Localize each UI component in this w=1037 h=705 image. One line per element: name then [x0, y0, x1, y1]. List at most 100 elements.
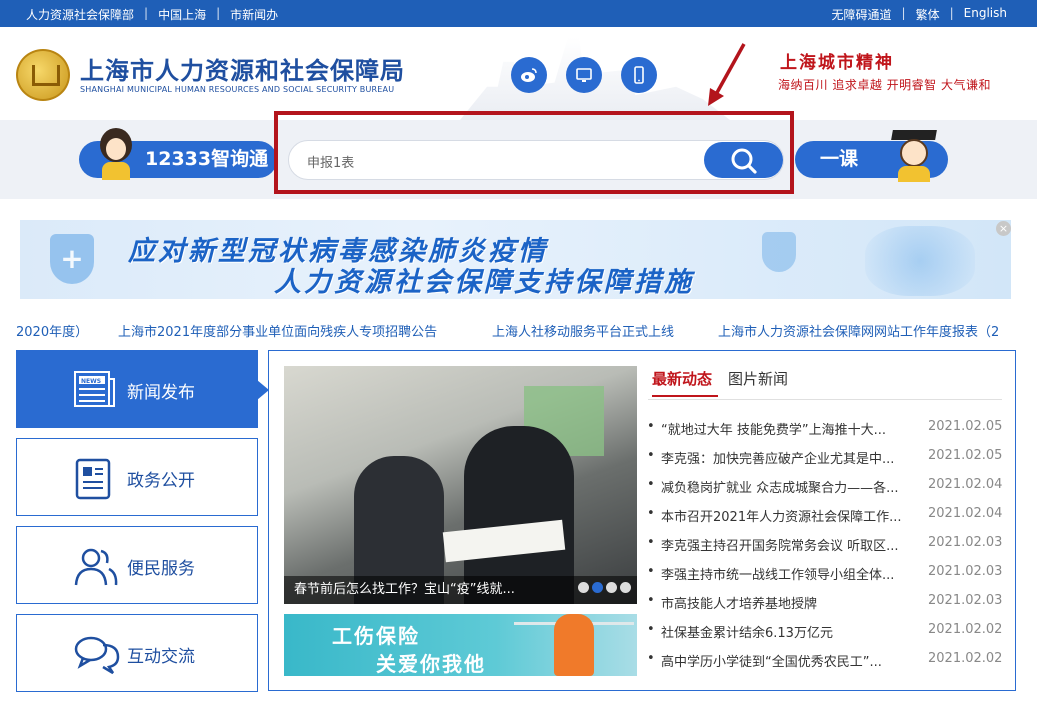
bullet-icon: • [647, 651, 655, 666]
divider: | [901, 6, 906, 20]
tab-photo-news[interactable]: 图片新闻 [728, 368, 788, 389]
news-date: 2021.02.02 [928, 651, 1003, 666]
close-icon[interactable]: × [996, 221, 1011, 236]
divider: | [216, 6, 221, 20]
link-accessibility[interactable]: 无障碍通道 [832, 6, 892, 23]
shield-icon [762, 232, 796, 272]
nav-label: 新闻发布 [127, 383, 195, 403]
bullet-icon: • [647, 419, 655, 434]
document-icon [75, 458, 111, 500]
annotation-arrow-icon [708, 43, 746, 106]
annotation-highlight-frame [274, 111, 794, 194]
link-china-shanghai[interactable]: 中国上海 [158, 6, 206, 23]
top-links-right: 无障碍通道 | 繁体 | English [832, 6, 1007, 23]
people-icon [74, 548, 118, 586]
news-title[interactable]: 社保基金累计结余6.13万亿元 [661, 622, 915, 641]
ticker-item[interactable]: 上海人社移动服务平台正式上线 [492, 321, 674, 340]
nav-label: 互动交流 [127, 647, 195, 667]
news-title[interactable]: “就地过大年 技能免费学”上海推十大... [661, 419, 915, 438]
news-item[interactable]: • 李克强：加快完善应破产企业尤其是中... 2021.02.05 [647, 448, 1002, 468]
nav-public-services[interactable]: 便民服务 [16, 526, 258, 604]
tab-latest-news[interactable]: 最新动态 [652, 368, 719, 397]
news-item[interactable]: • 李克强主持召开国务院常务会议 听取区... 2021.02.03 [647, 535, 1002, 555]
bullet-icon: • [647, 593, 655, 608]
lungs-icon [865, 226, 975, 296]
one-course-label: 一课 [820, 148, 859, 170]
news-date: 2021.02.03 [928, 535, 1003, 550]
nav-interaction[interactable]: 互动交流 [16, 614, 258, 692]
news-title[interactable]: 减负稳岗扩就业 众志成城聚合力——各... [661, 477, 915, 496]
banner-subheadline: 人力资源社会保障支持保障措施 [274, 267, 694, 298]
nav-label: 便民服务 [127, 559, 195, 579]
news-ticker: 2020年度） 上海市2021年度部分事业单位面向残疾人专项招聘公告 上海人社移… [0, 318, 1037, 340]
bullet-icon: • [647, 564, 655, 579]
link-mohrss[interactable]: 人力资源社会保障部 [26, 6, 134, 23]
city-spirit-motto: 海纳百川 追求卓越 开明睿智 大气谦和 [778, 78, 991, 92]
nav-label: 政务公开 [127, 471, 195, 491]
covid-support-banner[interactable]: 应对新型冠状病毒感染肺炎疫情 人力资源社会保障支持保障措施 [20, 220, 1011, 299]
news-date: 2021.02.05 [928, 419, 1003, 434]
injury-insurance-promo[interactable]: 工伤保险 关爱你我他 [284, 614, 637, 676]
nav-news-release[interactable]: NEWS 新闻发布 [16, 350, 269, 428]
worker-icon [554, 614, 594, 676]
desktop-icon[interactable] [566, 57, 602, 93]
link-news-office[interactable]: 市新闻办 [230, 6, 278, 23]
news-item[interactable]: • 高中学历小学徒到“全国优秀农民工”... 2021.02.02 [647, 651, 1002, 671]
promo-subtitle: 关爱你我他 [376, 652, 486, 676]
news-item[interactable]: • 社保基金累计结余6.13万亿元 2021.02.02 [647, 622, 1002, 642]
svg-text:NEWS: NEWS [81, 378, 101, 385]
carousel-dot-active[interactable] [592, 582, 603, 593]
news-title[interactable]: 李克强：加快完善应破产企业尤其是中... [661, 448, 915, 467]
news-date: 2021.02.04 [928, 477, 1003, 492]
news-item[interactable]: • 减负稳岗扩就业 众志成城聚合力——各... 2021.02.04 [647, 477, 1002, 497]
mobile-icon[interactable] [621, 57, 657, 93]
divider: | [144, 6, 149, 20]
site-subtitle: SHANGHAI MUNICIPAL HUMAN RESOURCES AND S… [80, 85, 395, 94]
top-bar: 人力资源社会保障部 | 中国上海 | 市新闻办 无障碍通道 | 繁体 | Eng… [0, 0, 1037, 27]
news-item[interactable]: • 李强主持市统一战线工作领导小组全体... 2021.02.03 [647, 564, 1002, 584]
bullet-icon: • [647, 622, 655, 637]
ticker-item[interactable]: 上海市2021年度部分事业单位面向残疾人专项招聘公告 [118, 321, 437, 340]
weibo-icon[interactable] [511, 57, 547, 93]
assistant-12333-label: 12333智询通 [145, 148, 269, 170]
carousel-dot[interactable] [620, 582, 631, 593]
carousel-dot[interactable] [606, 582, 617, 593]
news-title[interactable]: 高中学历小学徒到“全国优秀农民工”... [661, 651, 915, 670]
news-date: 2021.02.03 [928, 593, 1003, 608]
bureau-logo-icon[interactable] [16, 49, 70, 101]
site-header: 上海市人力资源和社会保障局 SHANGHAI MUNICIPAL HUMAN R… [0, 27, 1037, 120]
tab-divider [648, 399, 1002, 400]
news-item[interactable]: • 本市召开2021年人力资源社会保障工作... 2021.02.04 [647, 506, 1002, 526]
news-date: 2021.02.04 [928, 506, 1003, 521]
news-date: 2021.02.03 [928, 564, 1003, 579]
link-english[interactable]: English [964, 6, 1007, 23]
chat-icon [74, 636, 120, 675]
assistant-avatar-icon [96, 128, 136, 180]
bullet-icon: • [647, 535, 655, 550]
newspaper-icon: NEWS [74, 371, 115, 407]
bullet-icon: • [647, 477, 655, 492]
promo-title: 工伤保险 [332, 624, 420, 648]
news-title[interactable]: 市高技能人才培养基地授牌 [661, 593, 915, 612]
graduate-avatar-icon [891, 130, 937, 182]
news-date: 2021.02.02 [928, 622, 1003, 637]
news-item[interactable]: • 市高技能人才培养基地授牌 2021.02.03 [647, 593, 1002, 613]
news-item[interactable]: • “就地过大年 技能免费学”上海推十大... 2021.02.05 [647, 419, 1002, 439]
city-spirit-title: 上海城市精神 [780, 53, 894, 73]
nav-government-affairs[interactable]: 政务公开 [16, 438, 258, 516]
shield-icon [50, 234, 94, 284]
news-title[interactable]: 李克强主持召开国务院常务会议 听取区... [661, 535, 915, 554]
bullet-icon: • [647, 448, 655, 463]
news-title[interactable]: 本市召开2021年人力资源社会保障工作... [661, 506, 915, 525]
news-title[interactable]: 李强主持市统一战线工作领导小组全体... [661, 564, 915, 583]
ticker-item[interactable]: 上海市人力资源社会保障网网站工作年度报表（2 [718, 321, 999, 340]
news-date: 2021.02.05 [928, 448, 1003, 463]
link-traditional-chinese[interactable]: 繁体 [916, 6, 940, 23]
news-photo[interactable] [284, 366, 637, 604]
divider: | [949, 6, 954, 20]
top-links-left: 人力资源社会保障部 | 中国上海 | 市新闻办 [26, 6, 278, 23]
site-title[interactable]: 上海市人力资源和社会保障局 [80, 51, 405, 86]
ticker-item[interactable]: 2020年度） [16, 321, 88, 340]
bullet-icon: • [647, 506, 655, 521]
carousel-dot[interactable] [578, 582, 589, 593]
